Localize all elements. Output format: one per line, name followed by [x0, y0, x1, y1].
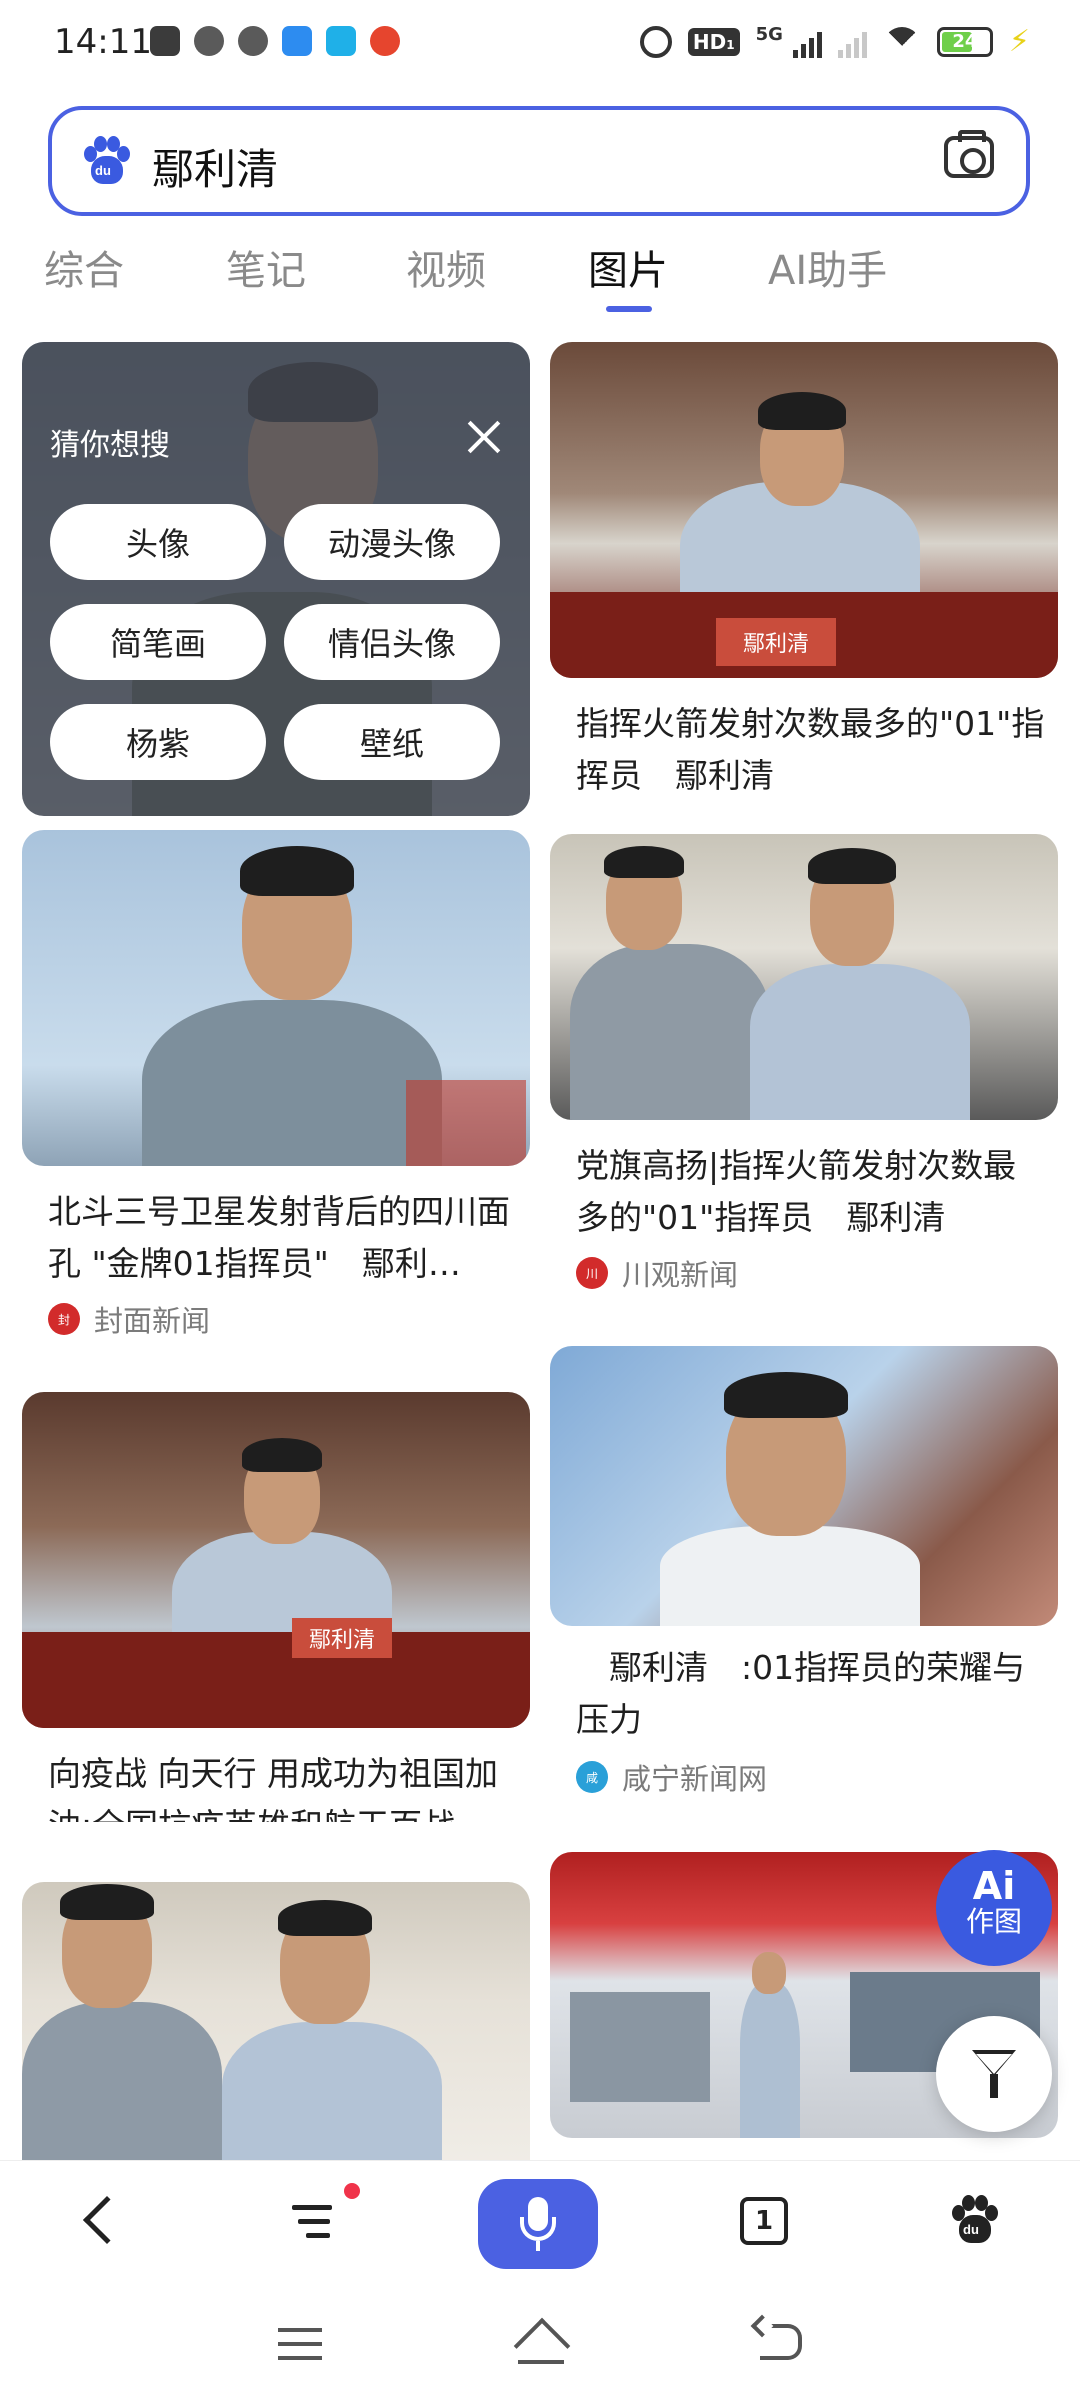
- image-thumbnail[interactable]: [22, 1882, 530, 2160]
- back-icon[interactable]: [82, 2195, 132, 2245]
- image-caption[interactable]: 北斗三号卫星发射背后的四川面孔 "金牌01指挥员" 鄢利…: [48, 1186, 518, 1290]
- source-logo-icon: 封: [48, 1303, 80, 1335]
- image-thumbnail[interactable]: 猜你想搜 头像 动漫头像 简笔画 情侣头像 杨紫 壁纸: [22, 342, 530, 816]
- image-source[interactable]: 封 封面新闻: [48, 1298, 210, 1340]
- system-back-icon[interactable]: [760, 2324, 802, 2360]
- weibo-icon: [194, 26, 224, 56]
- image-card[interactable]: [22, 1882, 530, 2160]
- tab-comprehensive[interactable]: 综合: [44, 238, 124, 296]
- system-status: HD1 5G 24 ⚡: [639, 24, 1030, 65]
- image-caption[interactable]: 党旗高扬|指挥火箭发射次数最多的"01"指挥员 鄢利清: [576, 1140, 1046, 1244]
- source-name: 咸宁新闻网: [622, 1762, 768, 1796]
- image-card[interactable]: 鄢利清 向疫战 向天行 用成功为祖国加油:全国抗疫英雄和航天百战…: [22, 1392, 530, 1822]
- tab-videos[interactable]: 视频: [406, 238, 486, 296]
- menu-icon[interactable]: [292, 2199, 336, 2243]
- suggestion-overlay: 猜你想搜 头像 动漫头像 简笔画 情侣头像 杨紫 壁纸: [22, 342, 530, 816]
- suggestion-chip[interactable]: 情侣头像: [284, 604, 500, 680]
- network-type: 5G: [755, 24, 783, 45]
- voice-search-button[interactable]: [478, 2179, 598, 2269]
- image-caption[interactable]: 向疫战 向天行 用成功为祖国加油:全国抗疫英雄和航天百战…: [48, 1748, 518, 1822]
- battery-level: 24: [952, 31, 978, 52]
- baidu-logo-icon: du: [82, 136, 132, 186]
- battery-icon: 24: [936, 26, 993, 57]
- image-card[interactable]: 北斗三号卫星发射背后的四川面孔 "金牌01指挥员" 鄢利… 封 封面新闻: [22, 830, 530, 1350]
- app-notification-icon: [326, 26, 356, 56]
- image-caption[interactable]: 指挥火箭发射次数最多的"01"指挥员 鄢利清: [576, 698, 1046, 802]
- image-source[interactable]: 咸 咸宁新闻网: [576, 1756, 767, 1798]
- tabs-count-button[interactable]: 1: [740, 2197, 788, 2245]
- suggestion-chip[interactable]: 简笔画: [50, 604, 266, 680]
- tab-images[interactable]: 图片: [588, 238, 668, 296]
- suggestion-title: 猜你想搜: [50, 428, 170, 463]
- suggestion-chip[interactable]: 壁纸: [284, 704, 500, 780]
- image-thumbnail[interactable]: [550, 834, 1058, 1120]
- active-tab-indicator: [606, 306, 652, 312]
- location-icon: [370, 26, 400, 56]
- image-thumbnail[interactable]: 鄢利清: [22, 1392, 530, 1728]
- image-thumbnail[interactable]: [550, 1346, 1058, 1626]
- image-thumbnail[interactable]: 鄢利清: [550, 342, 1058, 678]
- image-thumbnail[interactable]: [22, 830, 530, 1166]
- image-card[interactable]: 鄢利清 指挥火箭发射次数最多的"01"指挥员 鄢利清: [550, 342, 1058, 802]
- search-tabs: 综合 笔记 视频 图片 AI助手: [0, 238, 1080, 318]
- status-bar: 14:11 HD1 5G 24 ⚡: [0, 0, 1080, 90]
- tab-notes[interactable]: 笔记: [226, 238, 306, 296]
- filter-button[interactable]: [936, 2016, 1052, 2132]
- name-sign: 鄢利清: [292, 1618, 392, 1658]
- wifi-icon: [882, 26, 921, 65]
- image-card-suggestions[interactable]: 猜你想搜 头像 动漫头像 简笔画 情侣头像 杨紫 壁纸: [22, 342, 530, 816]
- source-name: 川观新闻: [622, 1258, 739, 1292]
- bottom-toolbar: 1 du: [0, 2160, 1080, 2280]
- system-navigation-bar: [0, 2280, 1080, 2404]
- recent-apps-icon[interactable]: [278, 2328, 322, 2364]
- search-bar[interactable]: du 鄢利清: [48, 106, 1030, 216]
- app-notification-icon: [150, 26, 180, 56]
- suggestion-chip[interactable]: 动漫头像: [284, 504, 500, 580]
- home-icon[interactable]: [514, 2320, 568, 2368]
- close-icon[interactable]: [466, 418, 502, 454]
- image-caption[interactable]: 鄢利清 :01指挥员的荣耀与压力: [576, 1642, 1046, 1746]
- ai-draw-button[interactable]: Ai 作图: [936, 1850, 1052, 1966]
- suggestion-chip[interactable]: 杨紫: [50, 704, 266, 780]
- app-notification-icon: [282, 26, 312, 56]
- hd-icon: HD1: [687, 27, 740, 56]
- signal-icon: [792, 26, 822, 58]
- signal-icon-secondary: [837, 26, 867, 58]
- source-logo-icon: 川: [576, 1257, 608, 1289]
- tab-ai-assistant[interactable]: AI助手: [768, 238, 887, 296]
- notification-badge: [344, 2183, 360, 2199]
- image-card[interactable]: 党旗高扬|指挥火箭发射次数最多的"01"指挥员 鄢利清 川 川观新闻: [550, 834, 1058, 1304]
- search-input[interactable]: 鄢利清: [152, 136, 278, 197]
- notification-icons: [150, 26, 400, 56]
- charging-icon: ⚡: [1008, 24, 1030, 59]
- suggestion-chip[interactable]: 头像: [50, 504, 266, 580]
- status-time: 14:11: [54, 22, 152, 62]
- source-name: 封面新闻: [94, 1304, 211, 1338]
- app-notification-icon: [238, 26, 268, 56]
- camera-icon[interactable]: [944, 130, 994, 178]
- baidu-home-icon[interactable]: du: [950, 2195, 1000, 2245]
- source-logo-icon: 咸: [576, 1761, 608, 1793]
- image-source[interactable]: 川 川观新闻: [576, 1252, 738, 1294]
- name-sign: 鄢利清: [716, 618, 836, 666]
- alarm-icon: [639, 25, 672, 58]
- image-card[interactable]: 鄢利清 :01指挥员的荣耀与压力 咸 咸宁新闻网: [550, 1346, 1058, 1816]
